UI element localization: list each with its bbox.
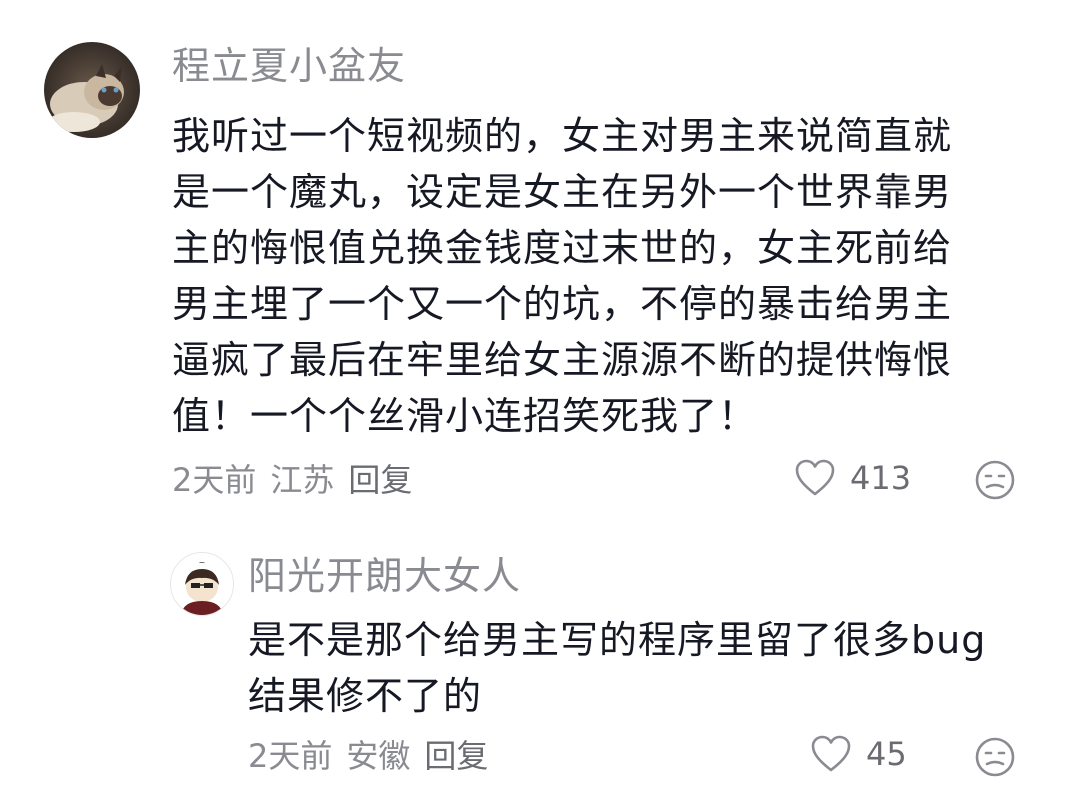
- comment-line: 主的悔恨值兑换金钱度过末世的，女主死前给: [172, 226, 953, 270]
- comment-line: 逼疯了最后在牢里给女主源源不断的提供悔恨: [172, 338, 953, 382]
- comment-line: 我听过一个短视频的，女主对男主来说简直就: [172, 114, 953, 158]
- avatar-cartoon-image: ~: [171, 553, 233, 615]
- comment-line: 是不是那个给男主写的程序里留了很多bug: [248, 618, 987, 662]
- comment-text: 我听过一个短视频的，女主对男主来说简直就 是一个魔丸，设定是女主在另外一个世界靠…: [172, 108, 952, 444]
- heart-icon[interactable]: [794, 458, 836, 498]
- like-count: 45: [866, 735, 907, 773]
- dislike-face-icon[interactable]: [974, 736, 1016, 778]
- comment-2: ~ 阳光开朗大女人 是不是那个给男主写的程序里留了很多bug 结果修不了的 2天…: [0, 520, 1080, 798]
- comment-line: 男主埋了一个又一个的坑，不停的暴击给男主: [172, 282, 953, 326]
- avatar[interactable]: [44, 42, 140, 138]
- comment-meta: 2天前 江苏 回复: [172, 460, 426, 500]
- username[interactable]: 程立夏小盆友: [172, 44, 406, 88]
- like-button[interactable]: 413: [794, 458, 911, 498]
- comment-time: 2天前: [172, 461, 257, 499]
- comment-line: 结果修不了的: [248, 674, 483, 718]
- comment-meta: 2天前 安徽 回复: [248, 736, 502, 776]
- like-button[interactable]: 45: [810, 734, 907, 774]
- reply-button[interactable]: 回复: [424, 737, 488, 775]
- comment-line: 值！一个个丝滑小连招笑死我了！: [172, 394, 758, 438]
- avatar[interactable]: ~: [170, 552, 234, 616]
- svg-text:~: ~: [199, 558, 206, 567]
- reply-button[interactable]: 回复: [348, 461, 412, 499]
- heart-icon[interactable]: [810, 734, 852, 774]
- comment-time: 2天前: [248, 737, 333, 775]
- comment-1: 程立夏小盆友 我听过一个短视频的，女主对男主来说简直就 是一个魔丸，设定是女主在…: [0, 0, 1080, 520]
- username[interactable]: 阳光开朗大女人: [248, 554, 521, 598]
- comment-location: 江苏: [270, 461, 335, 499]
- comment-location: 安徽: [346, 737, 411, 775]
- dislike-face-icon[interactable]: [974, 459, 1016, 501]
- avatar-cat-image: [44, 42, 140, 138]
- comment-text: 是不是那个给男主写的程序里留了很多bug 结果修不了的: [248, 612, 986, 724]
- like-count: 413: [850, 459, 912, 497]
- comment-line: 是一个魔丸，设定是女主在另外一个世界靠男: [172, 170, 953, 214]
